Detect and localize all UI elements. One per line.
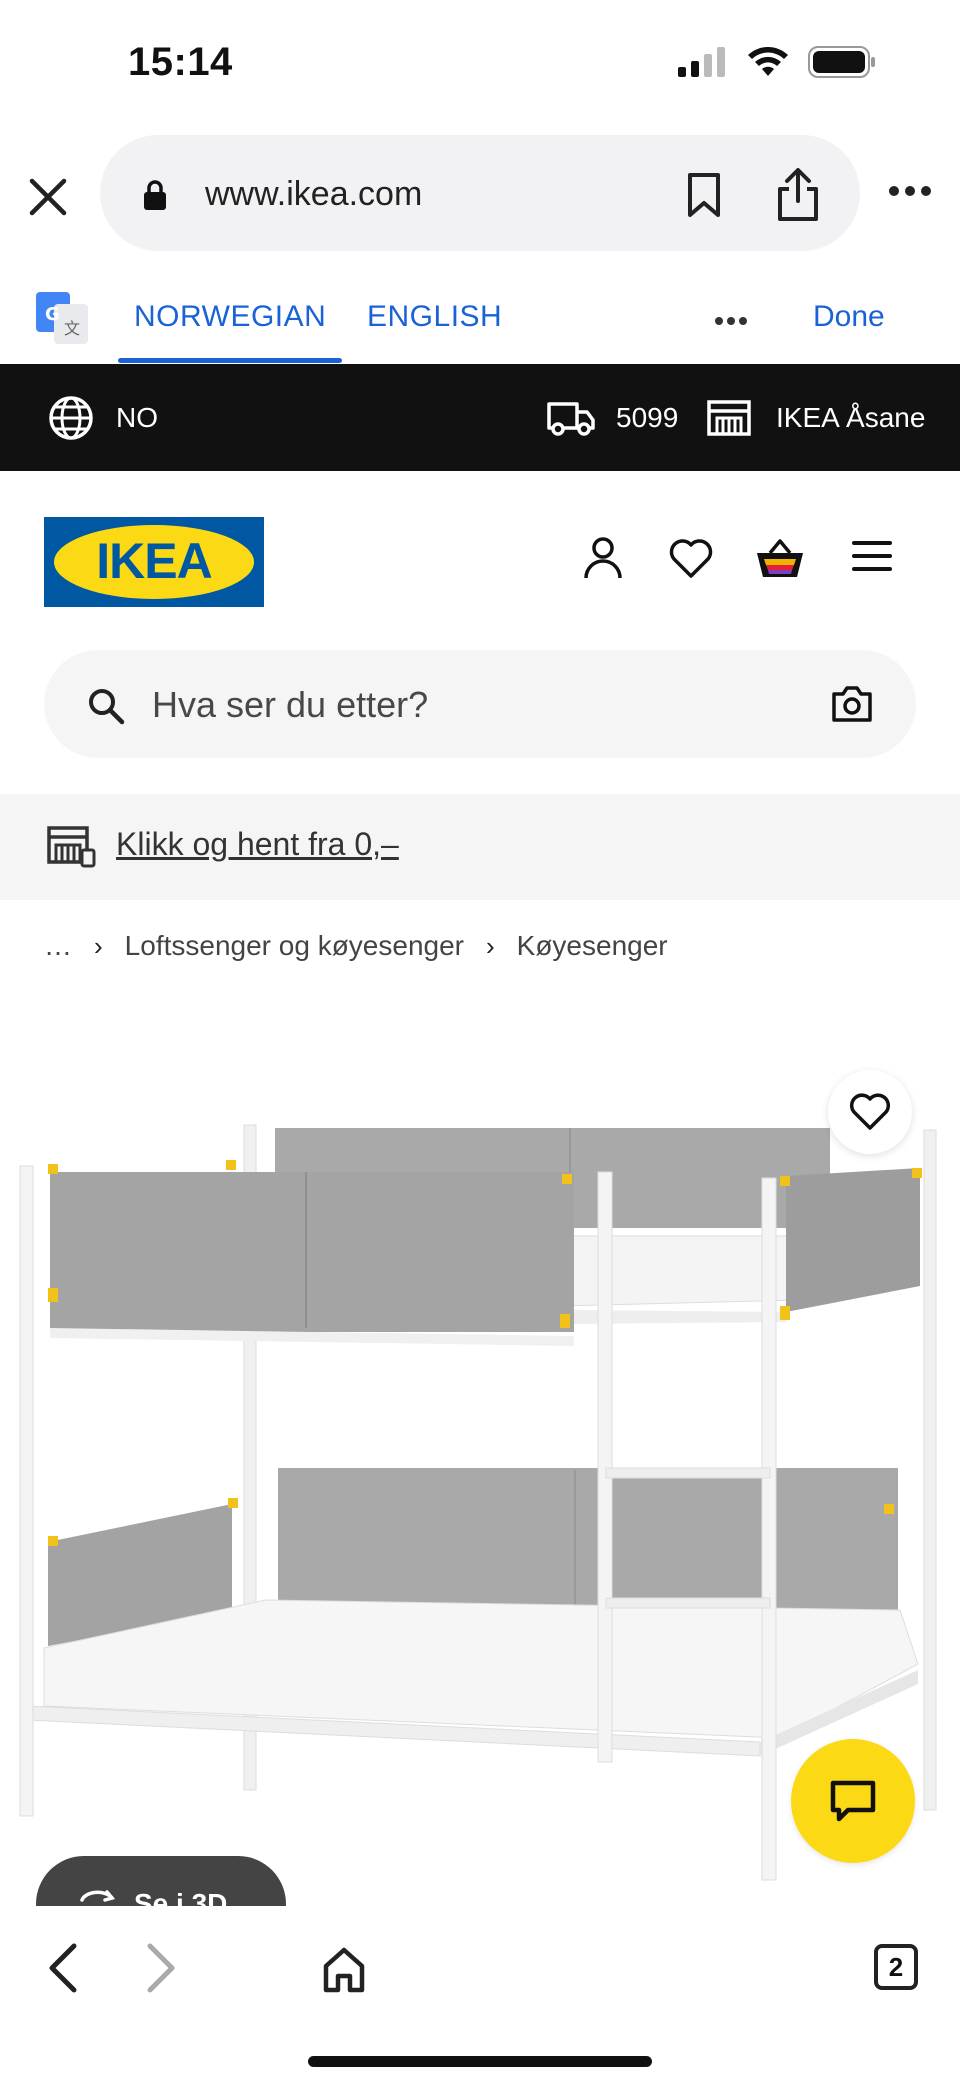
url-text: www.ikea.com — [205, 175, 423, 213]
tab-norwegian[interactable]: NORWEGIAN — [117, 300, 343, 363]
camera-search-icon[interactable] — [830, 684, 874, 724]
svg-text:G: G — [45, 304, 60, 325]
tabs-button[interactable]: 2 — [874, 1944, 918, 1990]
tab-count: 2 — [888, 1951, 904, 1982]
status-time: 15:14 — [128, 40, 233, 84]
browser-toolbar: www.ikea.com — [0, 135, 960, 253]
breadcrumb-item-loft-beds[interactable]: Loftssenger og køyesenger — [125, 930, 464, 962]
globe-icon — [49, 395, 93, 440]
menu-icon[interactable] — [851, 535, 893, 577]
bookmark-icon[interactable] — [684, 171, 724, 219]
store-selector[interactable]: IKEA Åsane — [706, 364, 925, 471]
wifi-icon — [748, 47, 788, 76]
close-icon — [29, 178, 67, 216]
tab-english[interactable]: ENGLISH — [367, 300, 502, 334]
address-bar[interactable]: www.ikea.com — [100, 135, 860, 251]
breadcrumb-item-bunk-beds[interactable]: Køyesenger — [517, 930, 668, 962]
svg-text:文: 文 — [64, 319, 80, 338]
country-label: NO — [116, 401, 158, 433]
done-button[interactable]: Done — [813, 300, 885, 334]
home-icon[interactable] — [320, 1944, 368, 1996]
click-collect-icon — [47, 826, 96, 868]
account-icon[interactable] — [580, 535, 626, 581]
browser-bottom-nav: 2 — [0, 1906, 960, 2081]
status-bar: 15:14 — [0, 0, 960, 130]
cellular-signal-icon — [678, 47, 725, 77]
google-translate-icon: G 文 — [36, 292, 88, 344]
chevron-right-icon: › — [485, 930, 495, 961]
shopping-bag-icon[interactable] — [754, 535, 806, 581]
battery-icon — [808, 46, 875, 78]
chevron-right-icon: › — [94, 930, 103, 961]
add-to-favourites-button[interactable] — [828, 1070, 912, 1154]
heart-icon — [849, 1093, 891, 1130]
home-indicator — [308, 2056, 652, 2067]
delivery-postcode[interactable]: 5099 — [546, 364, 678, 471]
share-icon[interactable] — [774, 167, 822, 223]
ikea-logo[interactable]: IKEA — [44, 517, 264, 607]
close-button[interactable] — [22, 171, 74, 223]
ikea-logo-text: IKEA — [96, 533, 211, 589]
status-icons — [678, 46, 876, 78]
click-collect-link[interactable]: Klikk og hent fra 0,– — [116, 826, 399, 863]
more-options-icon[interactable] — [888, 185, 932, 197]
back-arrow-icon[interactable] — [44, 1940, 84, 1996]
site-header: IKEA — [0, 471, 960, 641]
breadcrumb-ellipsis[interactable]: … — [44, 930, 72, 962]
search-icon — [89, 689, 125, 725]
lock-icon — [144, 180, 166, 210]
forward-arrow-icon[interactable] — [140, 1940, 180, 1996]
top-info-bar: NO 5099 IKEA Åsane — [0, 364, 960, 471]
translate-more-icon[interactable] — [714, 316, 748, 326]
click-collect-banner: Klikk og hent fra 0,– — [0, 794, 960, 900]
chat-button[interactable] — [791, 1739, 915, 1863]
search-placeholder: Hva ser du etter? — [152, 684, 429, 725]
store-icon — [707, 399, 751, 436]
truck-icon — [547, 401, 595, 436]
postcode-label: 5099 — [616, 401, 679, 433]
ikea-logo-mark: IKEA — [44, 517, 264, 607]
chat-icon — [830, 1780, 876, 1822]
country-selector[interactable]: NO — [48, 364, 158, 471]
translate-bar: G 文 NORWEGIAN ENGLISH Done — [0, 270, 960, 364]
breadcrumb: … › Loftssenger og køyesenger › Køyeseng… — [44, 930, 668, 962]
store-label: IKEA Åsane — [776, 401, 926, 433]
favourites-icon[interactable] — [668, 535, 714, 581]
search-input[interactable]: Hva ser du etter? — [44, 650, 916, 758]
